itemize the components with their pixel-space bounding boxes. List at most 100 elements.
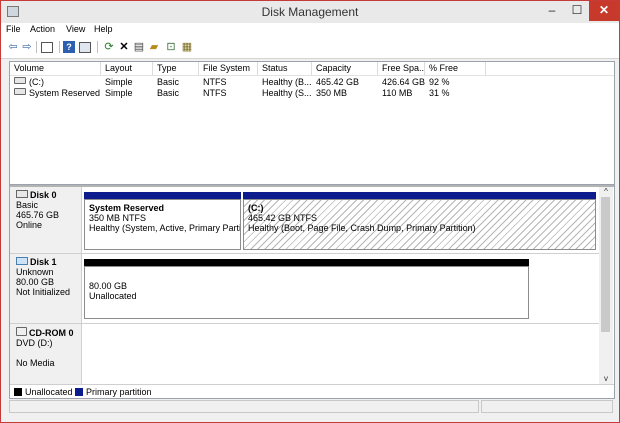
disk-0-name: Disk 0 — [16, 190, 81, 200]
disk-state: Not Initialized — [16, 287, 71, 297]
toolbar-separator — [59, 41, 60, 53]
primary-partition-bar — [84, 192, 241, 199]
column-header-percent-free[interactable]: % Free — [425, 62, 486, 75]
scrollbar-thumb[interactable] — [601, 197, 610, 332]
disk-1-row[interactable]: Disk 1 Unknown 80.00 GB Not Initialized … — [10, 254, 599, 324]
column-header-type[interactable]: Type — [153, 62, 199, 75]
disk-type: Unknown — [16, 267, 54, 277]
partition-size: 465.42 GB NTFS — [248, 213, 318, 223]
partition-size: 350 MB NTFS — [89, 213, 147, 223]
disk-name: Disk 0 — [30, 190, 57, 200]
cdrom-0-info[interactable]: CD-ROM 0 DVD (D:) No Media — [10, 324, 82, 384]
vertical-scrollbar[interactable]: ^ v — [599, 187, 613, 384]
properties-list-icon[interactable] — [79, 42, 91, 53]
volume-list[interactable]: Volume Layout Type File System Status Ca… — [9, 61, 615, 185]
disk-0-row[interactable]: Disk 0 Basic 465.76 GB Online System Res… — [10, 187, 599, 254]
refresh-icon[interactable]: ⟳ — [103, 41, 115, 53]
primary-partition-bar — [243, 192, 596, 199]
column-header-layout[interactable]: Layout — [101, 62, 153, 75]
title-bar[interactable]: Disk Management – ☐ ✕ — [1, 1, 619, 23]
settings-icon[interactable]: ▦ — [181, 41, 193, 53]
forward-arrow-icon[interactable]: ⇨ — [21, 41, 33, 53]
media-state: No Media — [16, 358, 55, 368]
volume-row[interactable]: System Reserved Simple Basic NTFS Health… — [10, 88, 614, 99]
disk-state: Online — [16, 220, 43, 230]
toolbar-separator — [36, 41, 37, 53]
disk-1-name: Disk 1 — [16, 257, 81, 267]
unallocated-bar — [84, 259, 529, 266]
scroll-up-arrow[interactable]: ^ — [599, 187, 613, 197]
disk-layout-pane[interactable]: Disk 0 Basic 465.76 GB Online System Res… — [9, 184, 615, 399]
menu-file[interactable]: File — [6, 24, 21, 34]
legend-label-unallocated: Unallocated — [25, 387, 73, 397]
partition-c-drive[interactable]: (C:) 465.42 GB NTFS Healthy (Boot, Page … — [243, 192, 596, 250]
partition-title: System Reserved — [89, 203, 165, 213]
column-header-volume[interactable]: Volume — [10, 62, 101, 75]
menu-view[interactable]: View — [66, 24, 85, 34]
disk-name: CD-ROM 0 — [29, 328, 74, 338]
capacity-cell: 465.42 GB — [316, 77, 360, 87]
free-space-cell: 110 MB — [382, 88, 413, 98]
back-arrow-icon[interactable]: ⇦ — [7, 41, 19, 53]
partition-title: (C:) — [248, 203, 264, 213]
disk-1-info[interactable]: Disk 1 Unknown 80.00 GB Not Initialized — [10, 254, 82, 323]
column-header-file-system[interactable]: File System — [199, 62, 258, 75]
type-cell: Basic — [157, 88, 180, 98]
help-icon[interactable]: ? — [63, 41, 75, 53]
maximize-button[interactable]: ☐ — [565, 1, 589, 21]
show-console-tree-icon[interactable] — [41, 42, 53, 53]
layout-cell: Simple — [105, 77, 133, 87]
drive-letter: DVD (D:) — [16, 338, 53, 348]
window-title: Disk Management — [261, 5, 359, 19]
disk-management-window: Disk Management – ☐ ✕ File Action View H… — [0, 0, 620, 423]
partition-unallocated[interactable]: 80.00 GB Unallocated — [84, 259, 529, 319]
disk-size: 465.76 GB — [16, 210, 60, 220]
disk-size: 80.00 GB — [16, 277, 55, 287]
legend-label-primary: Primary partition — [86, 387, 152, 397]
toolbar-separator — [97, 41, 98, 53]
column-header-status[interactable]: Status — [258, 62, 312, 75]
volume-name-cell: (C:) — [10, 77, 101, 88]
minimize-button[interactable]: – — [539, 1, 565, 21]
menu-help[interactable]: Help — [94, 24, 113, 34]
status-cell: Healthy (S... — [262, 88, 312, 98]
drive-icon — [14, 88, 26, 95]
disk-0-info[interactable]: Disk 0 Basic 465.76 GB Online — [10, 187, 82, 253]
uninitialized-disk-icon — [16, 257, 28, 265]
scroll-down-arrow[interactable]: v — [599, 374, 613, 384]
status-bar — [9, 399, 613, 415]
disk-name: Disk 1 — [30, 257, 57, 267]
close-button[interactable]: ✕ — [589, 1, 619, 21]
legend-swatch-primary — [75, 388, 83, 396]
column-header-free-space[interactable]: Free Spa... — [378, 62, 425, 75]
search-icon[interactable]: ⊡ — [165, 41, 177, 53]
menu-action[interactable]: Action — [30, 24, 55, 34]
partition-status: Healthy (Boot, Page File, Crash Dump, Pr… — [248, 223, 476, 233]
percent-free-cell: 31 % — [429, 88, 450, 98]
layout-cell: Simple — [105, 88, 133, 98]
legend-swatch-unallocated — [14, 388, 22, 396]
status-panel-main — [9, 400, 479, 413]
partition-size: 80.00 GB — [89, 281, 128, 291]
cd-rom-icon — [16, 327, 27, 336]
drive-icon — [14, 77, 26, 84]
free-space-cell: 426.64 GB — [382, 77, 425, 87]
capacity-cell: 350 MB — [316, 88, 348, 98]
menu-bar: File Action View Help — [1, 23, 619, 37]
properties-icon[interactable]: ▤ — [133, 41, 145, 53]
hard-disk-icon — [16, 190, 28, 198]
partition-status: Healthy (System, Active, Primary Partiti… — [89, 223, 241, 233]
type-cell: Basic — [157, 77, 180, 87]
volume-name-cell: System Reserved — [10, 88, 101, 99]
cdrom-0-row[interactable]: CD-ROM 0 DVD (D:) No Media — [10, 324, 599, 384]
volume-row[interactable]: (C:) Simple Basic NTFS Healthy (B... 465… — [10, 77, 614, 88]
status-cell: Healthy (B... — [262, 77, 312, 87]
column-header-capacity[interactable]: Capacity — [312, 62, 378, 75]
delete-icon[interactable]: ✕ — [118, 41, 130, 53]
open-folder-icon[interactable]: ▰ — [148, 41, 160, 53]
file-system-cell: NTFS — [203, 88, 227, 98]
toolbar: ⇦ ⇨ ? ⟳ ✕ ▤ ▰ ⊡ ▦ — [1, 37, 619, 59]
partition-body: (C:) 465.42 GB NTFS Healthy (Boot, Page … — [243, 199, 596, 250]
partition-system-reserved[interactable]: System Reserved 350 MB NTFS Healthy (Sys… — [84, 192, 241, 250]
